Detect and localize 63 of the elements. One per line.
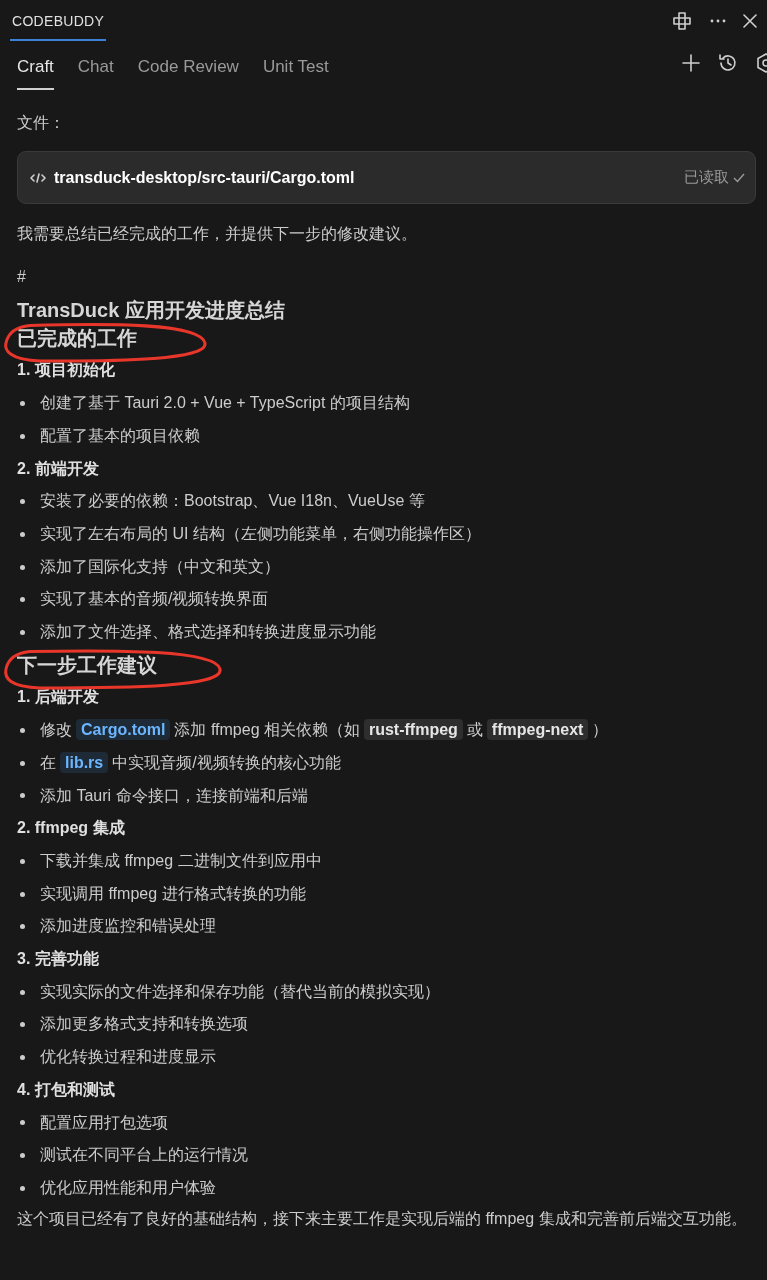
bullet-icon bbox=[20, 433, 25, 439]
bullet-icon bbox=[20, 891, 25, 897]
section-heading: TransDuck 应用开发进度总结 bbox=[17, 297, 285, 322]
read-status: 已读取 bbox=[684, 167, 729, 188]
bullet-icon bbox=[20, 401, 25, 406]
list-item-text: 实现调用 ffmpeg 进行格式转换的功能 bbox=[40, 883, 306, 904]
list-item-text: 添加进度监控和错误处理 bbox=[40, 916, 216, 937]
list-item-text: 下载并集成 ffmpeg 二进制文件到应用中 bbox=[40, 850, 322, 871]
tab[interactable]: Unit Test bbox=[262, 42, 329, 90]
panel-title: CODEBUDDY bbox=[10, 0, 107, 41]
list-item-text: 在 lib.rs 中实现音频/视频转换的核心功能 bbox=[40, 750, 341, 775]
tab[interactable]: Code Review bbox=[137, 42, 239, 90]
list-item-text: 实现了左右布局的 UI 结构（左侧功能菜单，右侧功能操作区） bbox=[40, 523, 481, 544]
list-item-text: 配置了基本的项目依赖 bbox=[40, 425, 200, 446]
file-card[interactable]: transduck-desktop/src-tauri/Cargo.toml 已读取 bbox=[17, 151, 756, 204]
numbered-heading: 1. 项目初始化 bbox=[17, 360, 115, 381]
list-item-text: 实现了基本的音频/视频转换界面 bbox=[40, 589, 269, 610]
bullet-icon bbox=[20, 858, 25, 864]
file-link[interactable]: Cargo.toml bbox=[76, 719, 171, 741]
numbered-heading: 2. 前端开发 bbox=[17, 458, 99, 479]
files-label: 文件： bbox=[17, 113, 66, 133]
bullet-icon bbox=[20, 597, 25, 603]
numbered-heading: 4. 打包和测试 bbox=[17, 1079, 115, 1100]
bullet-icon bbox=[20, 1185, 25, 1191]
bullet-icon bbox=[20, 924, 25, 930]
section-heading: 下一步工作建议 bbox=[17, 653, 157, 678]
bullet-icon bbox=[20, 1153, 25, 1159]
message-text: 我需要总结已经完成的工作，并提供下一步的修改建议。 bbox=[17, 224, 417, 244]
list-item-text: 修改 Cargo.toml 添加 ffmpeg 相关依赖（如 rust-ffmpeg 或 ffmpeg-next ） bbox=[40, 718, 609, 743]
bullet-icon bbox=[20, 629, 25, 635]
bullet-icon bbox=[20, 1022, 25, 1028]
bullet-icon bbox=[20, 793, 25, 799]
check-icon bbox=[733, 172, 745, 183]
list-item-text: 优化转换过程和进度显示 bbox=[40, 1047, 216, 1068]
list-item-text: 添加更多格式支持和转换选项 bbox=[40, 1014, 248, 1035]
bullet-icon bbox=[20, 989, 25, 995]
file-link[interactable]: lib.rs bbox=[60, 751, 109, 773]
bullet-icon bbox=[20, 531, 25, 537]
bullet-icon bbox=[20, 728, 25, 733]
bullet-icon bbox=[20, 760, 25, 766]
hash-mark: # bbox=[17, 266, 26, 287]
list-item-text: 添加了文件选择、格式选择和转换进度显示功能 bbox=[40, 622, 376, 643]
list-item-text: 添加 Tauri 命令接口，连接前端和后端 bbox=[40, 785, 308, 806]
list-item-text: 配置应用打包选项 bbox=[40, 1112, 168, 1133]
list-item-text: 创建了基于 Tauri 2.0 + Vue + TypeScript 的项目结构 bbox=[40, 393, 410, 414]
list-item-text: 安装了必要的依赖：Bootstrap、Vue I18n、VueUse 等 bbox=[40, 491, 425, 512]
file-path: transduck-desktop/src-tauri/Cargo.toml bbox=[54, 167, 355, 188]
numbered-heading: 2. ffmpeg 集成 bbox=[17, 818, 125, 839]
numbered-heading: 1. 后端开发 bbox=[17, 687, 99, 708]
list-item-text: 优化应用性能和用户体验 bbox=[40, 1178, 216, 1198]
tab[interactable]: Craft bbox=[17, 42, 54, 90]
code-icon bbox=[30, 171, 46, 184]
bullet-icon bbox=[20, 499, 25, 505]
summary-text: 这个项目已经有了良好的基础结构，接下来主要工作是实现后端的 ffmpeg 集成和完善前后端交互功能。 bbox=[17, 1208, 748, 1229]
list-item-text: 添加了国际化支持（中文和英文） bbox=[40, 556, 280, 577]
numbered-heading: 3. 完善功能 bbox=[17, 949, 99, 970]
section-heading: 已完成的工作 bbox=[17, 326, 137, 351]
tab[interactable]: Chat bbox=[77, 42, 114, 90]
bullet-icon bbox=[20, 1055, 25, 1061]
bullet-icon bbox=[20, 1120, 25, 1126]
list-item-text: 实现实际的文件选择和保存功能（替代当前的模拟实现） bbox=[40, 981, 440, 1002]
list-item-text: 测试在不同平台上的运行情况 bbox=[40, 1145, 248, 1166]
bullet-icon bbox=[20, 564, 25, 570]
